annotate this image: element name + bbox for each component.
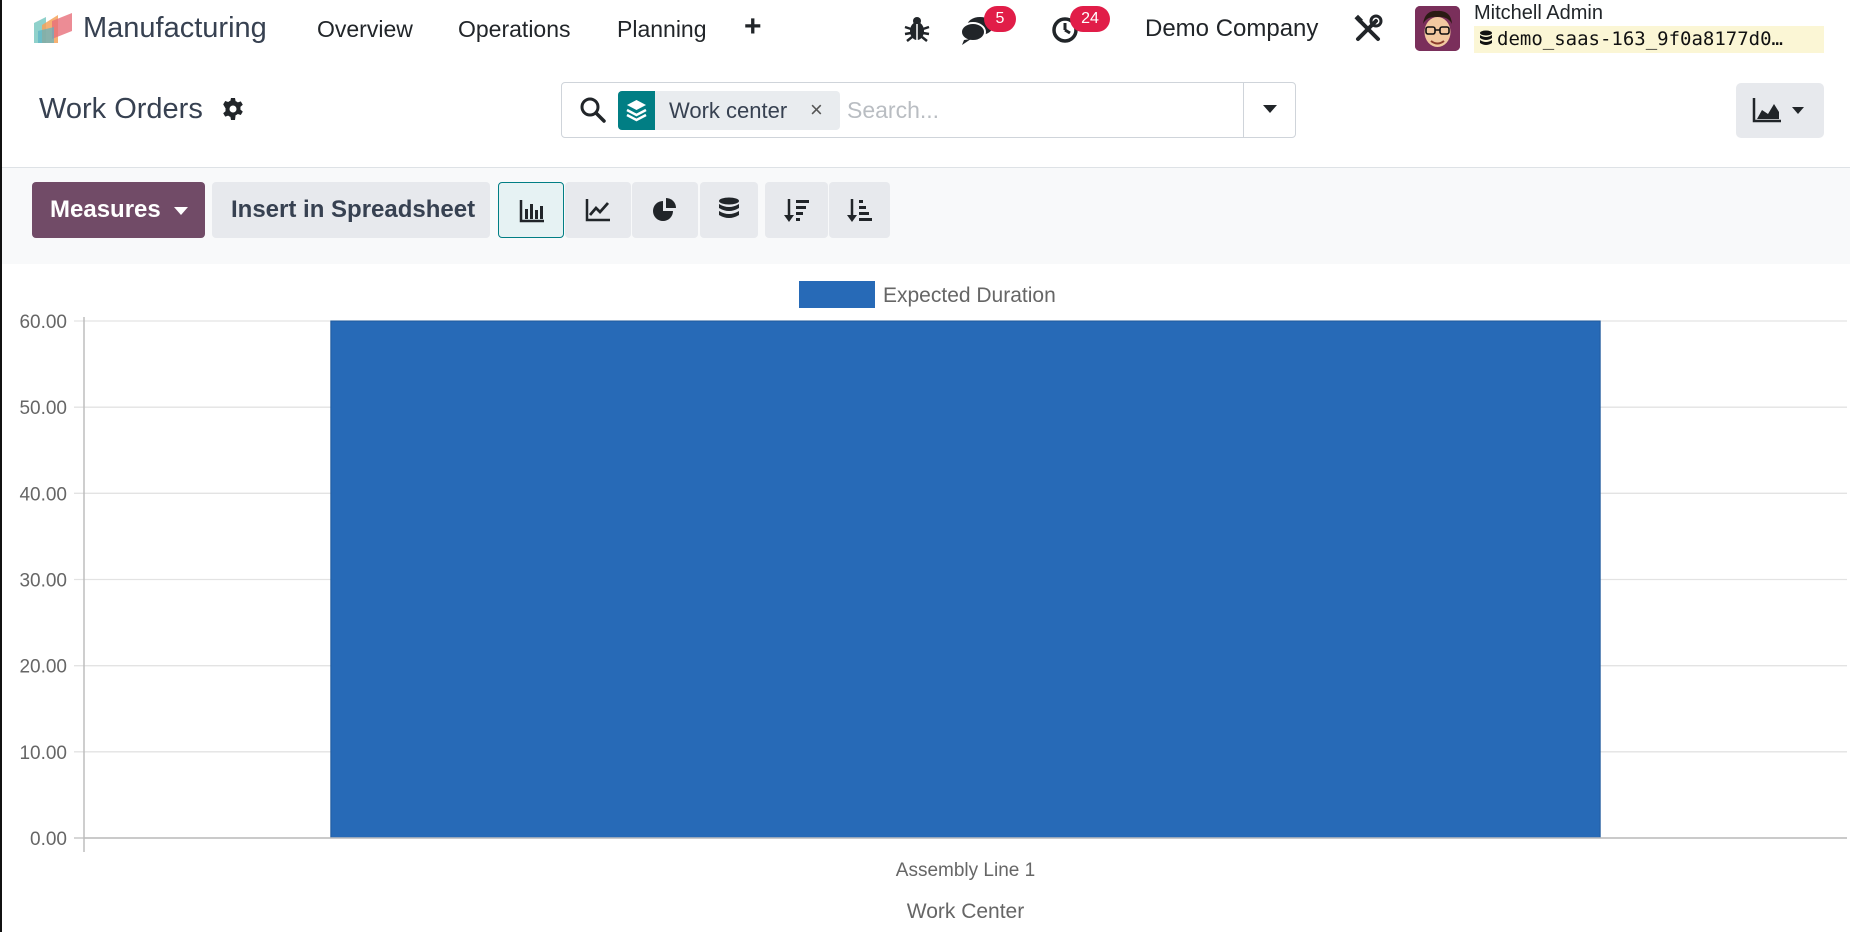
insert-in-spreadsheet-button[interactable]: Insert in Spreadsheet — [212, 182, 490, 238]
bar[interactable] — [330, 320, 1601, 839]
search-bar: Work center × — [561, 82, 1296, 138]
bug-icon[interactable] — [902, 13, 932, 43]
control-panel: Work Orders Work center × — [2, 58, 1850, 168]
legend-label[interactable]: Expected Duration — [883, 284, 1056, 307]
facet-label: Work center — [669, 98, 788, 123]
y-tick-label: 0.00 — [30, 829, 67, 850]
pie-chart-button[interactable] — [632, 182, 698, 238]
line-chart-icon — [585, 199, 610, 222]
stacked-toggle-button[interactable] — [700, 182, 758, 238]
sort-ascending-button[interactable] — [829, 182, 890, 238]
y-tick-label: 20.00 — [19, 657, 67, 678]
facet-remove-button[interactable]: × — [810, 97, 823, 123]
search-input[interactable] — [847, 91, 1247, 130]
gear-icon[interactable] — [221, 97, 245, 121]
line-chart-button[interactable] — [565, 182, 631, 238]
activities-count-badge[interactable]: 24 — [1070, 6, 1110, 32]
search-options-toggle[interactable] — [1243, 83, 1295, 137]
sort-descending-icon — [784, 199, 809, 222]
messages-count-badge[interactable]: 5 — [984, 6, 1016, 32]
sort-descending-button[interactable] — [765, 182, 828, 238]
avatar-image — [1415, 6, 1460, 51]
menu-add-button[interactable]: + — [744, 10, 762, 44]
app-logo[interactable] — [32, 11, 74, 47]
measures-dropdown-button[interactable]: Measures — [32, 182, 205, 238]
caret-down-icon — [174, 207, 188, 215]
legend-swatch[interactable] — [799, 281, 875, 308]
database-name-text: demo_saas-163_9f0a8177d0… — [1497, 28, 1783, 50]
user-name[interactable]: Mitchell Admin — [1474, 1, 1603, 25]
graph-toolbar: Measures Insert in Spreadsheet — [2, 168, 1850, 264]
company-switcher[interactable]: Demo Company — [1145, 14, 1318, 44]
y-tick-label: 50.00 — [19, 398, 67, 419]
bar-chart-icon — [519, 200, 544, 223]
app-name[interactable]: Manufacturing — [83, 11, 267, 45]
stack-icon — [719, 197, 739, 218]
y-tick-label: 30.00 — [19, 571, 67, 592]
top-navbar: Manufacturing Overview Operations Planni… — [2, 0, 1850, 58]
y-tick-label: 60.00 — [19, 312, 67, 333]
database-icon — [1480, 30, 1492, 45]
search-facet-work-center: Work center × — [618, 91, 840, 130]
app-window: Manufacturing Overview Operations Planni… — [0, 0, 1850, 932]
user-avatar[interactable] — [1415, 6, 1460, 51]
x-axis-title: Work Center — [907, 900, 1024, 923]
x-tick-label: Assembly Line 1 — [896, 860, 1035, 881]
search-icon[interactable] — [578, 95, 608, 125]
chart-area: 0.00 10.00 20.00 30.00 40.00 50.00 60.00 Assem… — [2, 264, 1850, 932]
view-switcher-button[interactable] — [1736, 83, 1824, 138]
measures-label: Measures — [50, 196, 161, 223]
sort-ascending-icon — [847, 199, 872, 222]
y-tick-label: 40.00 — [19, 484, 67, 505]
caret-down-icon — [1263, 105, 1277, 113]
tools-icon[interactable] — [1352, 13, 1384, 45]
y-tick-label: 10.00 — [19, 743, 67, 764]
menu-overview[interactable]: Overview — [317, 14, 413, 44]
database-name: demo_saas-163_9f0a8177d0… — [1474, 26, 1824, 53]
area-chart-icon — [1752, 98, 1804, 123]
bar-chart-button[interactable] — [498, 182, 564, 238]
pie-chart-icon — [653, 198, 676, 221]
page-title: Work Orders — [39, 93, 203, 125]
menu-planning[interactable]: Planning — [617, 14, 707, 44]
bar-chart: 0.00 10.00 20.00 30.00 40.00 50.00 60.00 Assem… — [19, 281, 1847, 923]
menu-operations[interactable]: Operations — [458, 14, 571, 44]
layers-icon — [618, 91, 655, 130]
